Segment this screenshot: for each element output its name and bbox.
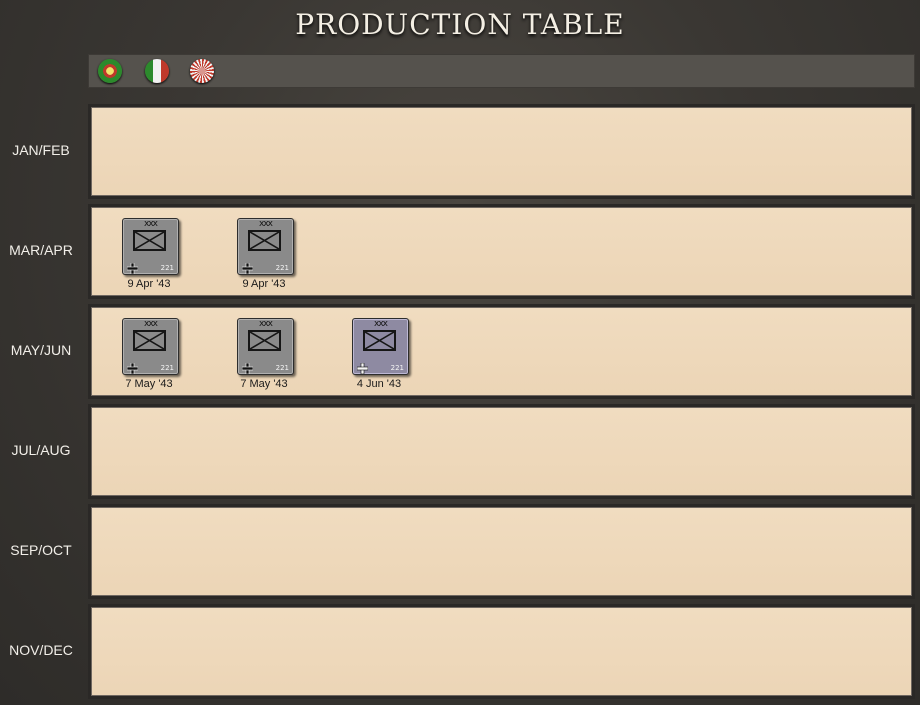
unit-arrival-date: 4 Jun '43 <box>356 378 402 390</box>
infantry-symbol-icon <box>133 330 166 351</box>
unit-size-marker: xxx <box>259 319 273 329</box>
italy-flag-icon[interactable] <box>145 59 169 83</box>
unit-counter[interactable]: xxx 221 <box>122 218 179 275</box>
portugal-flag-icon[interactable] <box>98 59 122 83</box>
unit-counter[interactable]: xxx 221 <box>237 218 294 275</box>
unit-number: 221 <box>275 364 289 372</box>
production-row-panel[interactable] <box>88 104 915 199</box>
infantry-symbol-icon <box>248 230 281 251</box>
production-row-panel[interactable] <box>88 404 915 499</box>
infantry-symbol-icon <box>248 330 281 351</box>
unit-arrival-date: 7 May '43 <box>240 378 288 390</box>
unit-arrival-date: 9 Apr '43 <box>242 278 286 290</box>
production-row-panel[interactable] <box>88 304 915 399</box>
iron-cross-icon <box>356 359 369 375</box>
unit-number: 221 <box>160 264 174 272</box>
row-label: MAR/APR <box>9 242 73 258</box>
unit-counter[interactable]: xxx 221 <box>237 318 294 375</box>
unit-size-marker: xxx <box>259 219 273 229</box>
production-row-panel[interactable] <box>88 204 915 299</box>
unit-counter[interactable]: xxx 221 <box>352 318 409 375</box>
nation-flag-bar <box>88 54 915 88</box>
unit-size-marker: xxx <box>144 219 158 229</box>
page-title: PRODUCTION TABLE <box>295 8 625 41</box>
infantry-symbol-icon <box>363 330 396 351</box>
unit-arrival-date: 7 May '43 <box>125 378 173 390</box>
iron-cross-icon <box>241 259 254 275</box>
unit-size-marker: xxx <box>144 319 158 329</box>
unit-number: 221 <box>275 264 289 272</box>
iron-cross-icon <box>126 359 139 375</box>
row-label: JUL/AUG <box>11 442 71 458</box>
unit-size-marker: xxx <box>374 319 388 329</box>
infantry-symbol-icon <box>133 230 166 251</box>
row-label: MAY/JUN <box>10 342 72 358</box>
unit-number: 221 <box>390 364 404 372</box>
iron-cross-icon <box>241 359 254 375</box>
iron-cross-icon <box>126 259 139 275</box>
production-row-panel[interactable] <box>88 504 915 599</box>
unit-number: 221 <box>160 364 174 372</box>
unit-counter[interactable]: xxx 221 <box>122 318 179 375</box>
unit-arrival-date: 9 Apr '43 <box>127 278 171 290</box>
row-label: NOV/DEC <box>9 642 73 658</box>
production-row-panel[interactable] <box>88 604 915 699</box>
japan-flag-icon[interactable] <box>190 59 214 83</box>
row-label: SEP/OCT <box>10 542 72 558</box>
row-label: JAN/FEB <box>12 142 70 158</box>
